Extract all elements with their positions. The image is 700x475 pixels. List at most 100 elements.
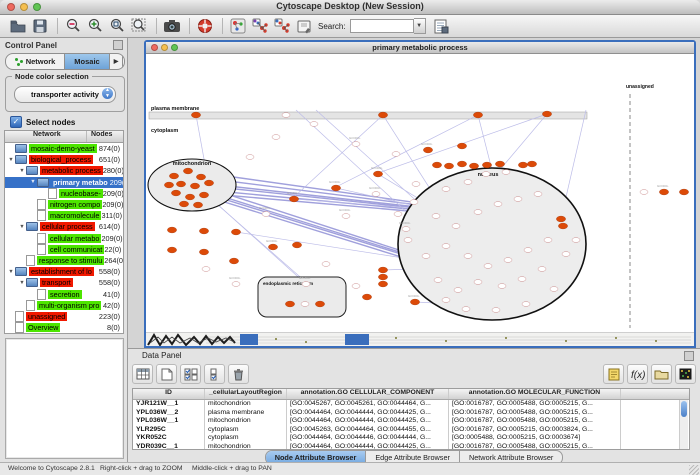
network-node[interactable] <box>452 224 460 229</box>
network-node[interactable] <box>442 187 450 192</box>
network-node-highlighted[interactable] <box>167 247 176 253</box>
tree-row-biological-process[interactable]: ▼biological_process651(0) <box>5 154 123 165</box>
table-scrollbar-thumb[interactable] <box>681 401 687 417</box>
column-header[interactable]: _cellularLayoutRegion <box>205 389 287 399</box>
network-node[interactable] <box>504 258 512 263</box>
network-node-highlighted[interactable] <box>373 171 382 177</box>
network-node[interactable] <box>392 152 400 157</box>
network-node[interactable] <box>492 308 500 313</box>
network-node-highlighted[interactable] <box>191 112 200 118</box>
network-node-highlighted[interactable] <box>268 244 277 250</box>
network-node-highlighted[interactable] <box>199 249 208 255</box>
network-node[interactable] <box>474 280 482 285</box>
matrix-icon[interactable] <box>675 364 696 384</box>
tree-row-mosaic-demo-yeast[interactable]: mosaic-demo-yeast874(0) <box>5 143 123 154</box>
open-file-icon[interactable] <box>8 17 28 35</box>
network-node[interactable] <box>352 284 360 289</box>
network-node-highlighted[interactable] <box>289 196 298 202</box>
network-node-highlighted[interactable] <box>659 189 668 195</box>
plugin-merge-icon[interactable] <box>272 17 292 35</box>
network-node-highlighted[interactable] <box>362 294 371 300</box>
float-panel-icon[interactable] <box>113 40 123 50</box>
network-node-highlighted[interactable] <box>473 112 482 118</box>
network-node[interactable] <box>342 214 350 219</box>
network-node-highlighted[interactable] <box>171 190 180 196</box>
network-node[interactable] <box>310 122 318 127</box>
expand-triangle-icon[interactable]: ▼ <box>18 224 26 230</box>
table-row[interactable]: YKR052Ccytoplasm[GO:0044464, GO:0044446,… <box>133 434 689 443</box>
network-node[interactable] <box>482 172 490 177</box>
network-node[interactable] <box>544 238 552 243</box>
expand-triangle-icon[interactable]: ▼ <box>7 269 15 275</box>
network-node-highlighted[interactable] <box>423 147 432 153</box>
table-row[interactable]: YPL036W__1mitochondrion[GO:0044464, GO:0… <box>133 417 689 426</box>
network-node-highlighted[interactable] <box>169 173 178 179</box>
tree-row-macromolecule[interactable]: macromolecule311(0) <box>5 210 123 221</box>
network-node[interactable] <box>394 212 402 217</box>
table-scrollbar[interactable] <box>679 400 688 450</box>
select-nodes-option[interactable]: ✓ Select nodes <box>10 116 75 128</box>
new-attribute-icon[interactable] <box>156 364 177 384</box>
zoom-fit-icon[interactable] <box>129 17 149 35</box>
network-node[interactable] <box>412 182 420 187</box>
tree-row-overview[interactable]: Overview8(0) <box>5 322 123 333</box>
expand-triangle-icon[interactable]: ▼ <box>18 280 26 286</box>
search-input[interactable] <box>350 19 414 33</box>
network-node[interactable] <box>410 200 418 205</box>
network-node-highlighted[interactable] <box>457 143 466 149</box>
tree-column-nodes[interactable]: Nodes <box>87 131 123 142</box>
network-node[interactable] <box>502 170 510 175</box>
network-node-highlighted[interactable] <box>679 189 688 195</box>
network-node-highlighted[interactable] <box>518 162 527 168</box>
tree-row-cellular-metabo[interactable]: cellular metabo209(0) <box>5 233 123 244</box>
network-node-highlighted[interactable] <box>432 162 441 168</box>
nucleus-region[interactable] <box>398 168 586 320</box>
network-node-highlighted[interactable] <box>164 182 173 188</box>
expand-triangle-icon[interactable]: ▼ <box>29 179 37 185</box>
plasma-membrane-region[interactable] <box>149 112 587 119</box>
network-node-highlighted[interactable] <box>444 163 453 169</box>
tree-row-multi-organism-pro[interactable]: multi-organism pro42(0) <box>5 300 123 311</box>
network-view-window[interactable]: primary metabolic process plasma membran… <box>144 40 696 348</box>
network-node-highlighted[interactable] <box>378 267 387 273</box>
attribute-table-header[interactable]: ID_cellularLayoutRegionannotation.GO CEL… <box>133 389 689 400</box>
tab-overflow-arrow-icon[interactable]: ▶ <box>110 54 123 69</box>
expand-triangle-icon[interactable]: ▼ <box>18 168 26 174</box>
plugin-network-icon[interactable] <box>250 17 270 35</box>
float-data-panel-icon[interactable] <box>684 351 694 361</box>
network-node-highlighted[interactable] <box>542 111 551 117</box>
network-node[interactable] <box>484 264 492 269</box>
tree-column-network[interactable]: Network <box>5 131 87 142</box>
network-node[interactable] <box>442 298 450 303</box>
zoom-selected-icon[interactable] <box>107 17 127 35</box>
network-node[interactable] <box>498 284 506 289</box>
tree-row-cell-communicat[interactable]: cell communicat22(0) <box>5 244 123 255</box>
network-node[interactable] <box>518 277 526 282</box>
network-node[interactable] <box>202 267 210 272</box>
network-node[interactable] <box>442 244 450 249</box>
table-row[interactable]: YLR295Ccytoplasm[GO:0045263, GO:0044464,… <box>133 426 689 435</box>
network-node[interactable] <box>432 214 440 219</box>
network-node-highlighted[interactable] <box>190 183 199 189</box>
network-node[interactable] <box>246 155 254 160</box>
help-icon[interactable] <box>195 17 215 35</box>
tab-mosaic[interactable]: Mosaic <box>65 54 110 69</box>
formula-note-icon[interactable] <box>603 364 624 384</box>
delete-attribute-icon[interactable] <box>228 364 249 384</box>
network-node[interactable] <box>572 238 580 243</box>
tree-row-cellular-process[interactable]: ▼cellular process614(0) <box>5 221 123 232</box>
network-node[interactable] <box>640 190 648 195</box>
search-dropdown-arrow-icon[interactable]: ▼ <box>414 18 426 34</box>
attribute-table[interactable]: ID_cellularLayoutRegionannotation.GO CEL… <box>132 388 690 450</box>
tree-row-secretion[interactable]: secretion41(0) <box>5 288 123 299</box>
network-node-highlighted[interactable] <box>285 301 294 307</box>
network-node[interactable] <box>262 212 270 217</box>
network-node[interactable] <box>272 135 280 140</box>
network-node[interactable] <box>464 180 472 185</box>
expand-triangle-icon[interactable]: ▼ <box>7 157 15 163</box>
network-node[interactable] <box>322 262 330 267</box>
network-node-highlighted[interactable] <box>558 223 567 229</box>
network-node[interactable] <box>372 192 380 197</box>
network-node-highlighted[interactable] <box>196 174 205 180</box>
network-node-highlighted[interactable] <box>482 162 491 168</box>
